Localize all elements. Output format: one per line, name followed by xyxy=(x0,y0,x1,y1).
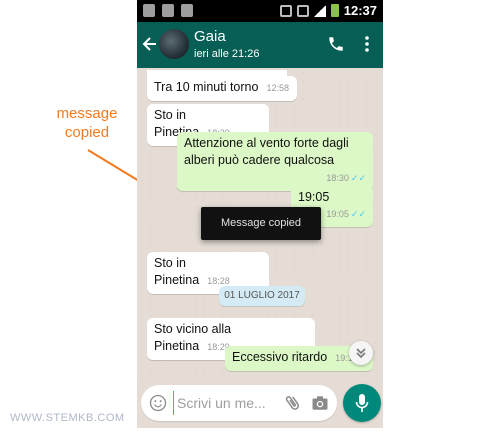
more-vert-icon[interactable] xyxy=(365,36,369,52)
read-ticks-icon: ✓✓ xyxy=(350,173,366,183)
chat-header: Gaia ieri alle 21:26 xyxy=(137,22,383,68)
paperclip-icon[interactable] xyxy=(283,393,303,413)
message-text: Attenzione al vento forte dagli alberi p… xyxy=(184,136,349,167)
facebook-icon xyxy=(143,4,155,17)
camera-icon[interactable] xyxy=(311,394,329,412)
avatar[interactable] xyxy=(159,29,189,59)
composer-pill xyxy=(141,385,337,421)
status-time: 12:37 xyxy=(343,3,377,18)
message-text: Eccessivo ritardo xyxy=(232,350,328,364)
image-icon xyxy=(162,4,174,17)
network-icon xyxy=(296,4,309,17)
toast-message-copied: Message copied xyxy=(201,207,321,240)
chat-area[interactable]: Tra 10 minuti torno 12:58 Sto in Pinetina… xyxy=(137,68,383,378)
message-time: 19:05 xyxy=(326,209,349,219)
composer-bar xyxy=(137,378,383,428)
message-bubble[interactable]: Tra 10 minuti torno 12:58 xyxy=(147,76,297,101)
emoji-icon[interactable] xyxy=(149,394,167,412)
phone-screen: 12:37 Gaia ieri alle 21:26 Tra 10 minuti… xyxy=(137,0,383,428)
contact-name[interactable]: Gaia xyxy=(194,28,226,45)
mic-button[interactable] xyxy=(343,384,381,422)
microphone-icon xyxy=(355,393,369,413)
message-input[interactable] xyxy=(173,391,277,415)
chevron-double-down-icon xyxy=(356,348,366,359)
date-separator: 01 LUGLIO 2017 xyxy=(219,286,305,306)
last-seen: ieri alle 21:26 xyxy=(194,48,260,60)
message-bubble[interactable]: Attenzione al vento forte dagli alberi p… xyxy=(177,132,373,191)
message-time: 12:58 xyxy=(266,83,289,93)
message-text: Tra 10 minuti torno xyxy=(154,80,259,94)
watermark: WWW.STEMKB.COM xyxy=(10,412,125,424)
back-arrow-icon[interactable] xyxy=(142,34,158,54)
annotation-label: message copied xyxy=(56,105,118,141)
read-ticks-icon: ✓✓ xyxy=(350,209,366,219)
signal-icon xyxy=(313,4,326,17)
scroll-to-bottom-button[interactable] xyxy=(349,341,373,365)
message-text: 19:05 xyxy=(298,190,330,204)
message-text: Sto in Pinetina xyxy=(154,256,200,287)
vibrate-icon xyxy=(279,4,292,17)
recycle-icon xyxy=(181,4,193,17)
battery-icon xyxy=(330,4,339,17)
status-bar: 12:37 xyxy=(137,0,383,22)
message-time: 18:28 xyxy=(207,276,230,286)
message-time: 18:30 xyxy=(326,173,349,183)
phone-icon[interactable] xyxy=(327,35,345,53)
screenshot-stage: message copied WWW.STEMKB.COM 12:37 Gaia… xyxy=(0,0,500,440)
